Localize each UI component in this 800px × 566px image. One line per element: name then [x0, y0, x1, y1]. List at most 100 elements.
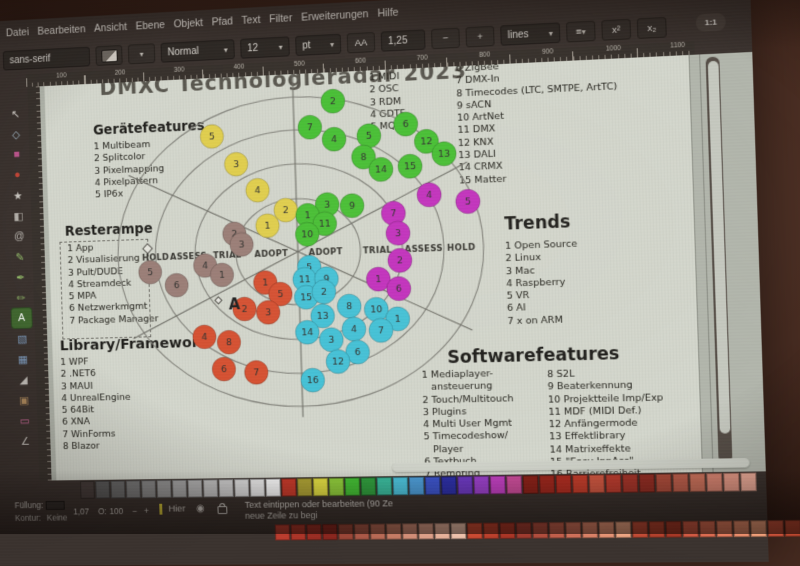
palette-swatch[interactable]	[354, 524, 369, 540]
palette-swatch[interactable]	[639, 474, 655, 493]
palette-swatch[interactable]	[409, 477, 425, 495]
menu-item[interactable]: Datei	[6, 26, 29, 39]
palette-swatch[interactable]	[605, 474, 621, 493]
radar-dot[interactable]: 6	[212, 357, 236, 381]
pencil-tool-icon[interactable]: ✎	[10, 247, 30, 267]
dropper-tool-icon[interactable]: ◢	[13, 370, 33, 390]
palette-swatch[interactable]	[582, 522, 598, 539]
measure-tool-icon[interactable]: ∠	[15, 431, 35, 451]
radar-dot[interactable]: 5	[200, 124, 224, 149]
palette-swatch[interactable]	[386, 523, 402, 539]
selector-tool-icon[interactable]: ↖	[5, 104, 25, 124]
star-tool-icon[interactable]: ★	[8, 185, 28, 205]
box3d-tool-icon[interactable]: ◧	[8, 206, 28, 226]
radar-dot[interactable]: 2	[387, 248, 412, 273]
palette-swatch[interactable]	[275, 524, 290, 540]
radar-dot[interactable]: 3	[224, 152, 248, 177]
palette-swatch[interactable]	[187, 480, 202, 498]
palette-swatch[interactable]	[716, 521, 732, 538]
menu-item[interactable]: Text	[241, 14, 260, 27]
radar-dot[interactable]: 15	[398, 154, 423, 179]
palette-swatch[interactable]	[441, 476, 457, 494]
menu-item[interactable]: Ebene	[135, 19, 165, 32]
line-height-input[interactable]: 1,25	[381, 29, 426, 51]
font-family-select[interactable]: sans-serif	[3, 47, 90, 71]
layer-visibility-button[interactable]: ◉	[196, 503, 205, 514]
calligraphy-tool-icon[interactable]: ✏	[11, 288, 31, 308]
palette-swatch[interactable]	[589, 474, 605, 493]
palette-swatch[interactable]	[219, 479, 234, 497]
radar-dot[interactable]: 2	[312, 279, 337, 304]
mesh-tool-icon[interactable]: ▦	[13, 349, 33, 369]
menu-item[interactable]: Pfad	[212, 15, 233, 28]
radar-dot[interactable]: 6	[165, 273, 189, 297]
text-tool-icon[interactable]: A	[11, 308, 31, 328]
radar-dot[interactable]: 9	[340, 193, 365, 218]
radar-dot[interactable]: 7	[244, 360, 268, 384]
palette-swatch[interactable]	[126, 480, 141, 498]
menu-item[interactable]: Bearbeiten	[37, 23, 85, 37]
opacity-minus-button[interactable]: −	[132, 506, 137, 516]
palette-swatch[interactable]	[266, 479, 281, 497]
palette-swatch[interactable]	[402, 523, 418, 539]
palette-swatch[interactable]	[523, 475, 539, 494]
radar-dot[interactable]: 4	[342, 317, 367, 342]
radar-chart[interactable]: HOLDASSESSTRIALADOPTADOPTTRIALASSESSHOLD…	[89, 72, 515, 425]
palette-swatch[interactable]	[632, 521, 648, 538]
radar-dot[interactable]: 4	[417, 182, 442, 207]
palette-swatch[interactable]	[281, 478, 296, 496]
font-style-select[interactable]: Normal ▾	[161, 39, 235, 63]
palette-swatch[interactable]	[572, 475, 588, 494]
palette-swatch[interactable]	[141, 480, 156, 498]
text-annotation[interactable]: A	[229, 296, 241, 314]
palette-swatch[interactable]	[418, 523, 434, 539]
spacing-mode-select[interactable]: lines ▾	[500, 22, 560, 45]
palette-swatch[interactable]	[329, 478, 344, 496]
palette-swatch[interactable]	[434, 523, 450, 539]
eraser-tool-icon[interactable]: ▭	[15, 410, 35, 430]
vertical-scrollbar-thumb[interactable]	[707, 61, 730, 434]
radar-dot[interactable]: 5	[357, 123, 382, 148]
palette-swatch[interactable]	[750, 520, 767, 537]
radar-dot[interactable]: 3	[256, 300, 280, 325]
kerning-icon[interactable]: AA	[347, 32, 376, 53]
alignment-button[interactable]: ≡ ▾	[566, 21, 596, 43]
palette-swatch[interactable]	[451, 523, 467, 539]
palette-swatch[interactable]	[656, 474, 672, 493]
palette-swatch[interactable]	[689, 473, 705, 492]
palette-swatch[interactable]	[599, 522, 615, 539]
rectangle-tool-icon[interactable]: ■	[7, 144, 27, 164]
palette-swatch[interactable]	[345, 478, 361, 496]
stroke-indicator[interactable]: Kontur: Keine	[15, 513, 68, 523]
radar-dot[interactable]: 12	[326, 349, 351, 374]
radar-dot[interactable]: 4	[245, 178, 269, 203]
radar-dot[interactable]: 3	[319, 327, 344, 352]
palette-swatch[interactable]	[306, 524, 321, 540]
palette-swatch[interactable]	[565, 522, 581, 538]
palette-swatch[interactable]	[699, 521, 715, 538]
palette-swatch[interactable]	[672, 473, 688, 492]
pen-tool-icon[interactable]: ✒	[10, 267, 30, 287]
radar-dot[interactable]: 1	[255, 213, 279, 238]
palette-swatch[interactable]	[313, 478, 328, 496]
palette-swatch[interactable]	[490, 476, 506, 494]
palette-swatch[interactable]	[95, 481, 110, 499]
palette-swatch[interactable]	[666, 521, 682, 538]
radar-dot[interactable]: 3	[386, 221, 411, 246]
palette-swatch[interactable]	[682, 521, 698, 538]
palette-swatch[interactable]	[361, 477, 377, 495]
radar-dot[interactable]: 5	[138, 260, 162, 284]
palette-swatch[interactable]	[767, 520, 784, 537]
gradient-tool-icon[interactable]: ▧	[12, 329, 32, 349]
palette-swatch[interactable]	[474, 476, 490, 494]
superscript-button[interactable]: x²	[601, 19, 631, 41]
document-page[interactable]: DMXC Technologieradar 2023 Gerätefeature…	[44, 55, 703, 481]
radar-dot[interactable]: 5	[455, 189, 480, 214]
stroke-width-value[interactable]: 1,07	[73, 506, 89, 516]
zoom-1to1-button[interactable]: 1:1	[696, 13, 726, 32]
opacity-value[interactable]: 100	[109, 506, 123, 516]
menu-item[interactable]: Hilfe	[377, 7, 398, 20]
palette-swatch[interactable]	[111, 481, 126, 499]
opacity-plus-button[interactable]: +	[144, 506, 149, 516]
palette-swatch[interactable]	[322, 524, 337, 540]
